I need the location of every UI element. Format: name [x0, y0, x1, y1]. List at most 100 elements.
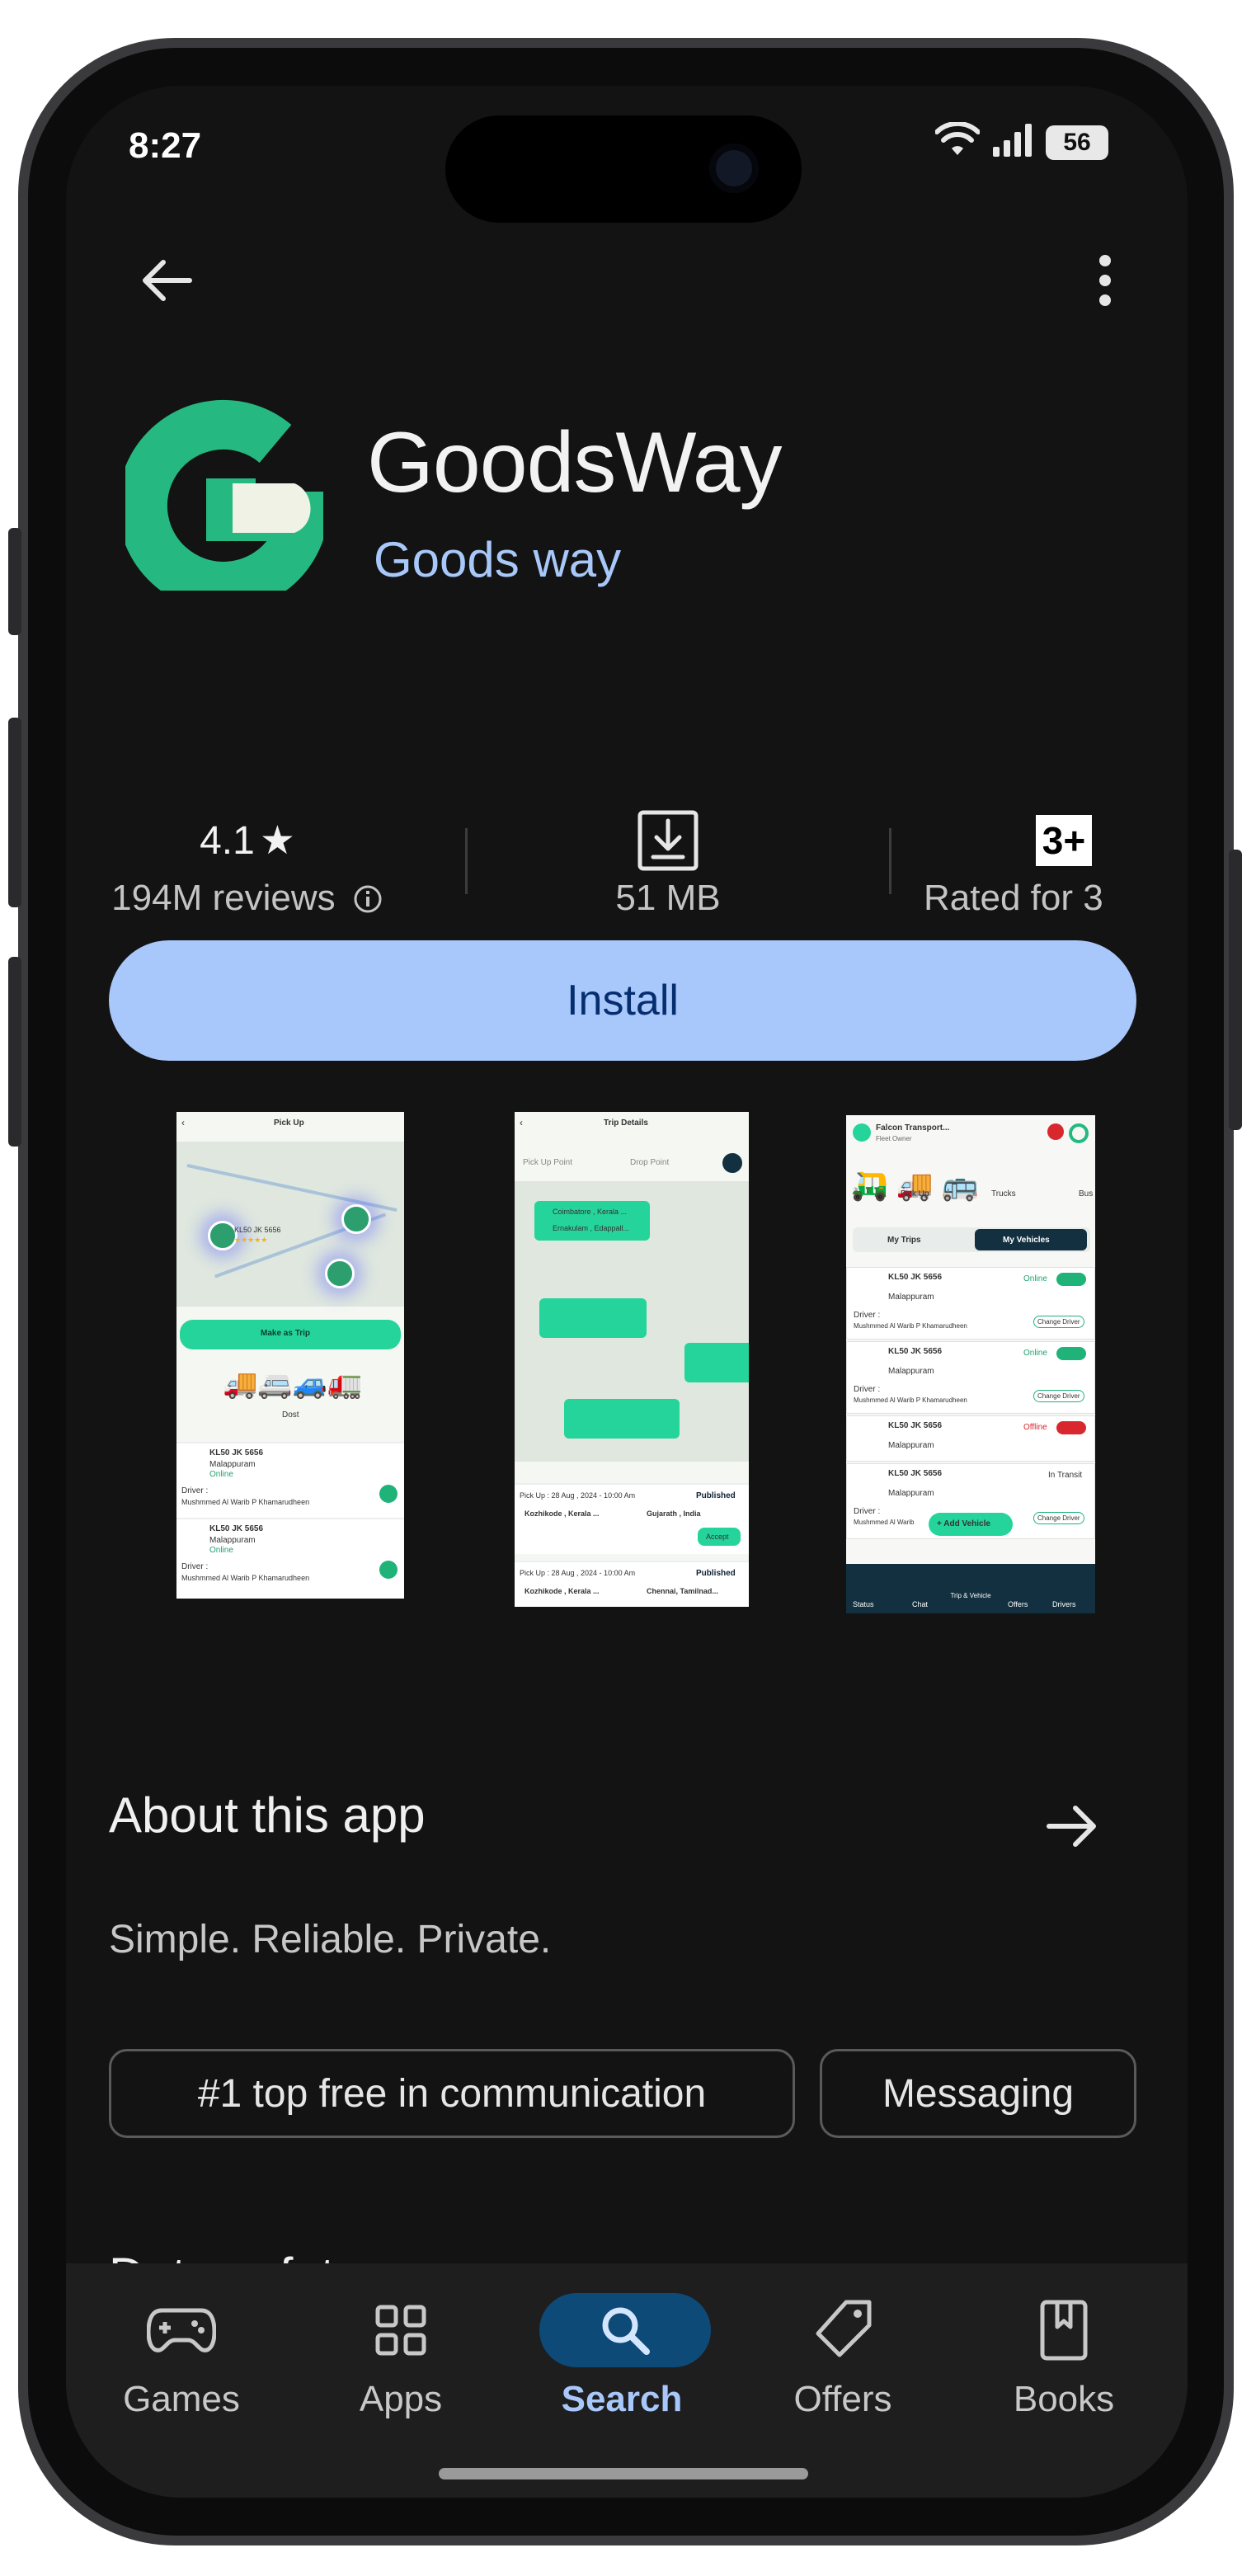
accept-button[interactable]: Accept — [698, 1528, 741, 1546]
shot1-vehicle-type: Dost — [282, 1410, 299, 1420]
trip-pickup: Pick Up : 28 Aug , 2024 - 10:00 Am — [520, 1569, 636, 1577]
route-card — [539, 1298, 647, 1338]
arrow-forward-icon — [1047, 1806, 1096, 1847]
star-icon: ★ — [259, 819, 295, 863]
vehicle-toggle[interactable] — [1056, 1347, 1086, 1360]
trip-row: Pick Up : 28 Aug , 2024 - 10:00 Am Publi… — [515, 1483, 749, 1554]
change-driver-button[interactable]: Change Driver — [1033, 1316, 1084, 1328]
back-button[interactable] — [125, 247, 208, 313]
shot1-back-icon: ‹ — [181, 1117, 185, 1128]
screenshot-3[interactable]: Falcon Transport... Fleet Owner 🛺 🚚 🚌 Pi… — [846, 1115, 1095, 1613]
chip-top-free[interactable]: #1 top free in communication — [109, 2049, 795, 2138]
vehicle-card: KL50 JK 5656 Malappuram Online Driver : … — [846, 1341, 1095, 1414]
nav-search[interactable]: Search — [539, 2293, 711, 2420]
battery-indicator: 56 — [1046, 125, 1108, 160]
about-arrow-button[interactable] — [1039, 1793, 1105, 1859]
nav-books[interactable]: Books — [981, 2293, 1146, 2420]
trip-status: Published — [696, 1569, 736, 1578]
category-trucks[interactable]: Trucks — [991, 1189, 1016, 1199]
pickup-point[interactable]: Pick Up Point — [523, 1158, 572, 1167]
home-indicator[interactable] — [439, 2468, 808, 2479]
drop-point[interactable]: Drop Point — [630, 1158, 669, 1167]
book-icon — [1040, 2300, 1088, 2361]
call-icon[interactable] — [379, 1561, 397, 1579]
row-status: Online — [209, 1546, 233, 1555]
vehicle-toggle[interactable] — [1056, 1421, 1086, 1434]
shot1-header: Pick Up — [274, 1118, 304, 1128]
nav-games[interactable]: Games — [99, 2293, 264, 2420]
category-bus[interactable]: Bus — [1079, 1189, 1093, 1199]
shot2-back-icon: ‹ — [520, 1117, 523, 1128]
accept-label: Accept — [706, 1533, 729, 1541]
vehicle-card: KL50 JK 5656 Malappuram Online Driver : … — [846, 1267, 1095, 1340]
tab-my-vehicles-active[interactable]: My Vehicles — [975, 1229, 1087, 1250]
rating-stat[interactable]: 4.1 ★ 194M reviews — [66, 812, 429, 919]
about-description: Simple. Reliable. Private. — [109, 1918, 552, 1961]
info-icon — [354, 885, 382, 913]
nav-offers[interactable]: Offers — [760, 2293, 925, 2420]
screenshot-1[interactable]: ‹ Pick Up KL50 JK 5656 ★★★★★ Make as Tri… — [176, 1112, 404, 1599]
nav-apps[interactable]: Apps — [318, 2293, 483, 2420]
nav-offers-label: Offers — [793, 2379, 892, 2419]
app-logo-icon — [117, 393, 332, 611]
more-options-button[interactable] — [1072, 247, 1138, 313]
vehicle-plate: KL50 JK 5656 — [888, 1347, 943, 1356]
menu-icon[interactable] — [853, 1123, 871, 1142]
power-button — [1229, 850, 1242, 1130]
gamepad-icon — [147, 2308, 216, 2352]
trip-from: Kozhikode , Kerala ... — [525, 1587, 600, 1595]
age-rating-stat[interactable]: 3+ Rated for 3 — [924, 812, 1188, 919]
vehicle-card: KL50 JK 5656 Malappuram Offline — [846, 1415, 1095, 1462]
vehicle-toggle[interactable] — [1056, 1273, 1086, 1286]
vehicle-place: Malappuram — [888, 1489, 934, 1498]
vehicle-driver-label: Driver : — [854, 1311, 881, 1320]
notification-icon[interactable] — [1047, 1123, 1064, 1140]
shot3-nav-chat[interactable]: Chat — [912, 1600, 928, 1608]
tag-icon — [816, 2300, 872, 2357]
add-vehicle-button[interactable]: + Add Vehicle — [929, 1513, 1013, 1536]
nav-games-label: Games — [123, 2379, 240, 2419]
trip-to: Gujarath , India — [647, 1509, 701, 1518]
nav-books-label: Books — [1013, 2379, 1115, 2419]
vehicle-plate: KL50 JK 5656 — [888, 1273, 943, 1282]
company-name: Falcon Transport... — [876, 1123, 950, 1133]
active-pill — [539, 2293, 711, 2367]
screenshot-2[interactable]: ‹ Trip Details Pick Up Point Drop Point … — [515, 1112, 749, 1607]
vehicle-pin — [341, 1204, 371, 1234]
vehicle-plate: KL50 JK 5656 — [888, 1469, 943, 1478]
nav-apps-label: Apps — [359, 2379, 443, 2419]
shot3-nav-status[interactable]: Status — [853, 1600, 874, 1608]
shot3-nav-drivers[interactable]: Drivers — [1052, 1600, 1076, 1608]
screen: 8:27 56 GoodsWay Goods way 4.1 ★ 194M rev… — [66, 86, 1188, 2498]
shot3-nav-offers[interactable]: Offers — [1008, 1600, 1028, 1608]
status-time: 8:27 — [129, 125, 202, 166]
vehicle-driver: Mushmmed Al Warib P Khamarudheen — [854, 1322, 967, 1330]
age-rating-label: Rated for 3 — [924, 878, 1103, 918]
route-card-to: Ernakulam , Edappall... — [553, 1224, 630, 1232]
stat-divider — [889, 828, 891, 894]
developer-link[interactable]: Goods way — [374, 531, 621, 588]
call-icon[interactable] — [379, 1485, 397, 1503]
reviews-count: 194M reviews — [111, 878, 336, 918]
make-trip-button[interactable]: Make as Trip — [180, 1320, 401, 1349]
bottom-navigation: Games Apps Search Offers Books — [66, 2263, 1188, 2498]
company-role: Fleet Owner — [876, 1135, 912, 1142]
vehicle-place: Malappuram — [888, 1367, 934, 1376]
shot3-nav-trip-vehicle[interactable]: Trip & Vehicle — [950, 1592, 991, 1599]
volume-up-button — [8, 718, 21, 907]
stat-divider — [465, 828, 468, 894]
chip-messaging[interactable]: Messaging — [820, 2049, 1136, 2138]
change-driver-button[interactable]: Change Driver — [1033, 1390, 1084, 1402]
vehicle-status: In Transit — [1048, 1471, 1083, 1480]
vehicle-driver: Mushmmed Al Warib P Khamarudheen — [854, 1396, 967, 1404]
trip-row: Pick Up : 28 Aug , 2024 - 10:00 Am Publi… — [515, 1561, 749, 1607]
category-pickup[interactable]: Pick Up — [901, 1189, 929, 1199]
vehicle-driver: Mushmmed Al Warib — [854, 1519, 915, 1526]
vehicle-row: KL50 JK 5656 Malappuram Online Driver : … — [176, 1442, 404, 1518]
tab-my-trips[interactable]: My Trips — [887, 1236, 921, 1245]
route-card: Coimbatore , Kerala ... Ernakulam , Edap… — [534, 1201, 650, 1241]
search-icon[interactable] — [722, 1153, 742, 1173]
vehicle-status: Online — [1023, 1349, 1047, 1358]
install-button[interactable]: Install — [109, 940, 1136, 1061]
change-driver-button[interactable]: Change Driver — [1033, 1512, 1084, 1524]
